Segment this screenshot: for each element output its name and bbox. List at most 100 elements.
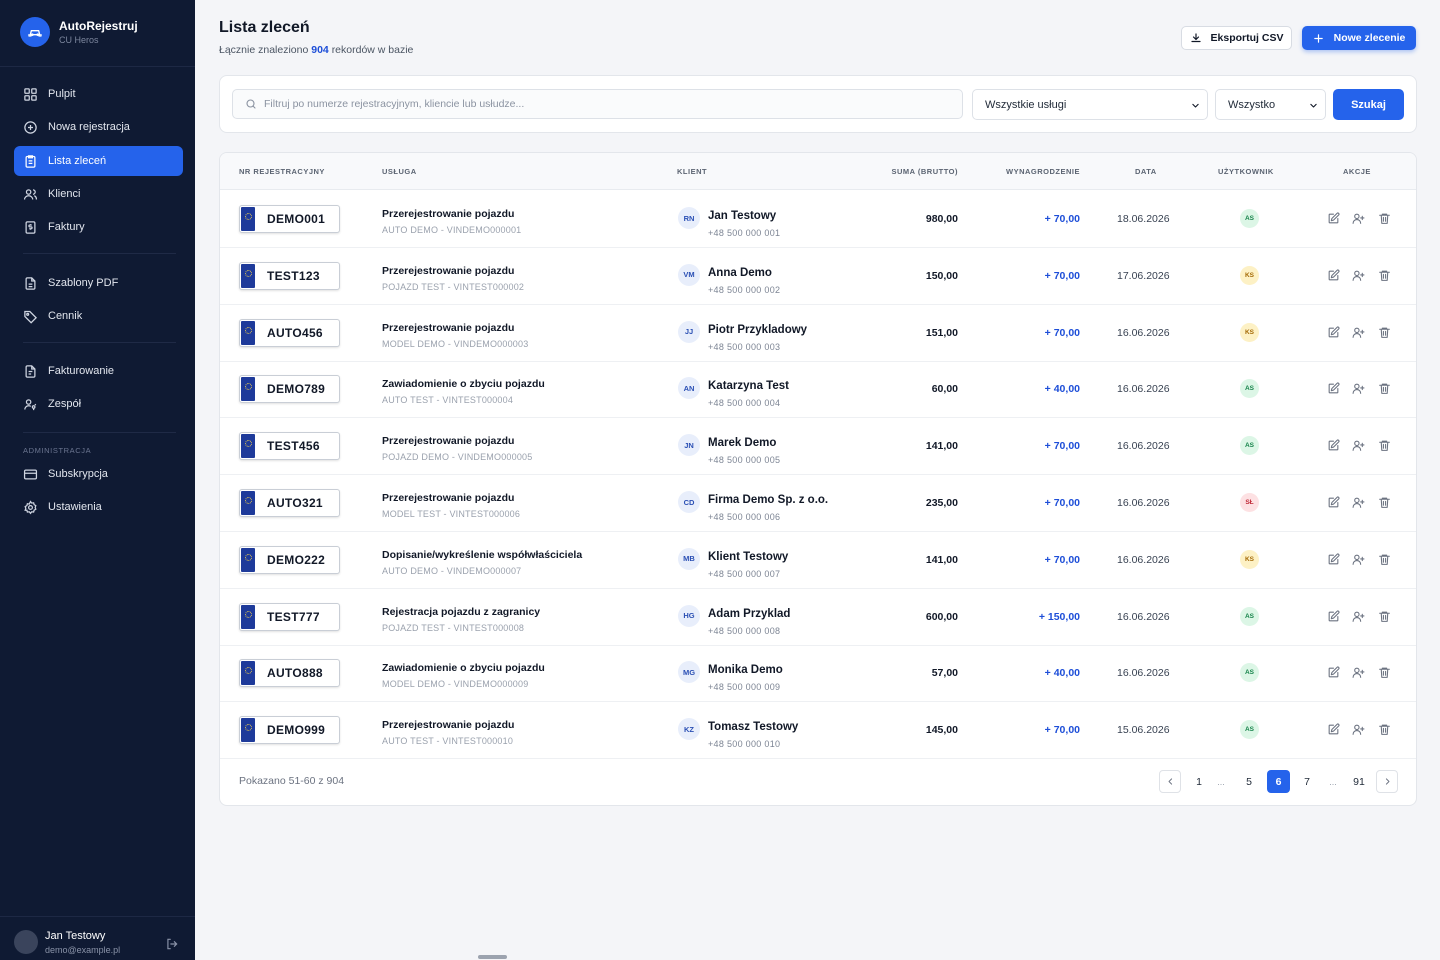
assign-user-icon[interactable]	[1352, 496, 1365, 509]
column-header-user[interactable]: UŻYTKOWNIK	[1218, 167, 1274, 176]
client-name[interactable]: Klient Testowy	[708, 551, 788, 563]
eu-flag-icon	[241, 604, 255, 629]
search-input[interactable]	[264, 98, 944, 110]
client-name[interactable]: Marek Demo	[708, 437, 776, 449]
trash-icon[interactable]	[1378, 212, 1391, 225]
edit-icon[interactable]	[1327, 212, 1340, 225]
client-name[interactable]: Adam Przyklad	[708, 608, 790, 620]
column-header-date[interactable]: DATA	[1135, 167, 1157, 176]
pagination-prev-button[interactable]	[1159, 770, 1181, 793]
client-name[interactable]: Katarzyna Test	[708, 380, 789, 392]
edit-icon[interactable]	[1327, 666, 1340, 679]
table-row[interactable]: AUTO321 Przerejestrowanie pojazdu MODEL …	[220, 475, 1416, 532]
table-row[interactable]: DEMO001 Przerejestrowanie pojazdu AUTO D…	[220, 191, 1416, 248]
client-name[interactable]: Jan Testowy	[708, 210, 776, 222]
edit-icon[interactable]	[1327, 553, 1340, 566]
avatar[interactable]	[14, 930, 38, 954]
file-icon	[25, 276, 36, 290]
table-row[interactable]: AUTO456 Przerejestrowanie pojazdu MODEL …	[220, 305, 1416, 362]
pagination-next-button[interactable]	[1376, 770, 1398, 793]
sidebar-item-szablony-pdf[interactable]: Szablony PDF	[14, 268, 183, 298]
table-row[interactable]: DEMO789 Zawiadomienie o zbyciu pojazdu A…	[220, 361, 1416, 419]
credit-card-icon	[23, 469, 38, 479]
client-name[interactable]: Anna Demo	[708, 267, 772, 279]
trash-icon[interactable]	[1378, 269, 1391, 282]
trash-icon[interactable]	[1378, 496, 1391, 509]
assign-user-icon[interactable]	[1352, 666, 1365, 679]
edit-icon[interactable]	[1327, 382, 1340, 395]
trash-icon[interactable]	[1378, 553, 1391, 566]
chevron-right-icon	[1385, 778, 1389, 785]
table-row[interactable]: TEST456 Przerejestrowanie pojazdu POJAZD…	[220, 418, 1416, 476]
assign-user-icon[interactable]	[1352, 610, 1365, 623]
sidebar-item-fakturowanie[interactable]: Fakturowanie	[14, 356, 183, 386]
assign-user-icon[interactable]	[1352, 382, 1365, 395]
sidebar-item-cennik[interactable]: Cennik	[14, 301, 183, 331]
export-csv-button[interactable]: Eksportuj CSV	[1181, 26, 1292, 50]
edit-icon[interactable]	[1327, 610, 1340, 623]
order-date: 18.06.2026	[1117, 213, 1170, 225]
client-name[interactable]: Piotr Przykladowy	[708, 324, 807, 336]
status-select[interactable]: Wszystko	[1215, 89, 1326, 120]
pagination-page-current[interactable]: 6	[1267, 770, 1290, 793]
client-name[interactable]: Tomasz Testowy	[708, 721, 798, 733]
trash-icon[interactable]	[1378, 610, 1391, 623]
table-row[interactable]: TEST123 Przerejestrowanie pojazdu POJAZD…	[220, 248, 1416, 305]
brand[interactable]: AutoRejestruj CU Heros	[20, 17, 138, 47]
column-header-plate[interactable]: NR REJESTRACYJNY	[239, 167, 325, 176]
gross-sum: 150,00	[925, 269, 958, 282]
assign-user-icon[interactable]	[1352, 269, 1365, 282]
new-order-button[interactable]: Nowe zlecenie	[1302, 26, 1416, 50]
edit-icon[interactable]	[1327, 326, 1340, 339]
chevron-down-icon	[1192, 103, 1199, 108]
sidebar-item-pulpit[interactable]: Pulpit	[14, 79, 183, 109]
trash-icon[interactable]	[1378, 382, 1391, 395]
table-row[interactable]: AUTO888 Zawiadomienie o zbyciu pojazdu M…	[220, 645, 1416, 703]
pagination-page[interactable]: 91	[1348, 770, 1370, 793]
edit-icon[interactable]	[1327, 439, 1340, 452]
sidebar-item-lista-zlecen[interactable]: Lista zleceń	[14, 146, 183, 176]
sidebar-item-ustawienia[interactable]: Ustawienia	[14, 492, 183, 522]
column-header-fee[interactable]: WYNAGRODZENIE	[1006, 167, 1080, 176]
edit-icon[interactable]	[1327, 496, 1340, 509]
fee-amount: + 40,00	[1044, 667, 1080, 680]
scrollbar-handle[interactable]	[478, 955, 507, 959]
edit-icon[interactable]	[1327, 723, 1340, 736]
search-button[interactable]: Szukaj	[1333, 89, 1404, 120]
table-header: NR REJESTRACYJNY USŁUGA KLIENT SUMA (BRU…	[220, 153, 1416, 190]
sidebar-item-klienci[interactable]: Klienci	[14, 179, 183, 209]
assign-user-icon[interactable]	[1352, 212, 1365, 225]
edit-icon[interactable]	[1327, 269, 1340, 282]
pagination-page[interactable]: 7	[1296, 770, 1318, 793]
trash-icon[interactable]	[1378, 439, 1391, 452]
table-row[interactable]: DEMO999 Przerejestrowanie pojazdu AUTO T…	[220, 702, 1416, 760]
column-header-client[interactable]: KLIENT	[677, 167, 707, 176]
order-date: 16.06.2026	[1117, 610, 1170, 623]
page-subtitle: Łącznie znaleziono 904 rekordów w bazie	[219, 44, 413, 56]
service-select[interactable]: Wszystkie usługi	[972, 89, 1208, 120]
column-header-sum[interactable]: SUMA (BRUTTO)	[892, 167, 959, 176]
trash-icon[interactable]	[1378, 326, 1391, 339]
assign-user-icon[interactable]	[1352, 439, 1365, 452]
eu-flag-icon	[241, 434, 255, 459]
logout-icon[interactable]	[165, 937, 179, 951]
table-row[interactable]: DEMO222 Dopisanie/wykreślenie współwłaśc…	[220, 532, 1416, 589]
fee-amount: + 40,00	[1044, 383, 1080, 396]
table-row[interactable]: TEST777 Rejestracja pojazdu z zagranicy …	[220, 589, 1416, 646]
sidebar-item-zespol[interactable]: Zespół	[14, 389, 183, 419]
client-name[interactable]: Firma Demo Sp. z o.o.	[708, 494, 828, 506]
search-box[interactable]	[232, 89, 963, 119]
sidebar-item-subskrypcja[interactable]: Subskrypcja	[14, 459, 183, 489]
sidebar-item-nowa-rejestracja[interactable]: Nowa rejestracja	[14, 112, 183, 142]
pagination-page[interactable]: 5	[1238, 770, 1260, 793]
pagination-page[interactable]: 1	[1188, 770, 1210, 793]
fee-amount: + 70,00	[1044, 497, 1080, 509]
assign-user-icon[interactable]	[1352, 553, 1365, 566]
column-header-service[interactable]: USŁUGA	[382, 167, 417, 176]
sidebar-item-faktury[interactable]: Faktury	[14, 212, 183, 242]
client-name[interactable]: Monika Demo	[708, 664, 783, 676]
trash-icon[interactable]	[1378, 666, 1391, 679]
assign-user-icon[interactable]	[1352, 723, 1365, 736]
assign-user-icon[interactable]	[1352, 326, 1365, 339]
trash-icon[interactable]	[1378, 723, 1391, 736]
